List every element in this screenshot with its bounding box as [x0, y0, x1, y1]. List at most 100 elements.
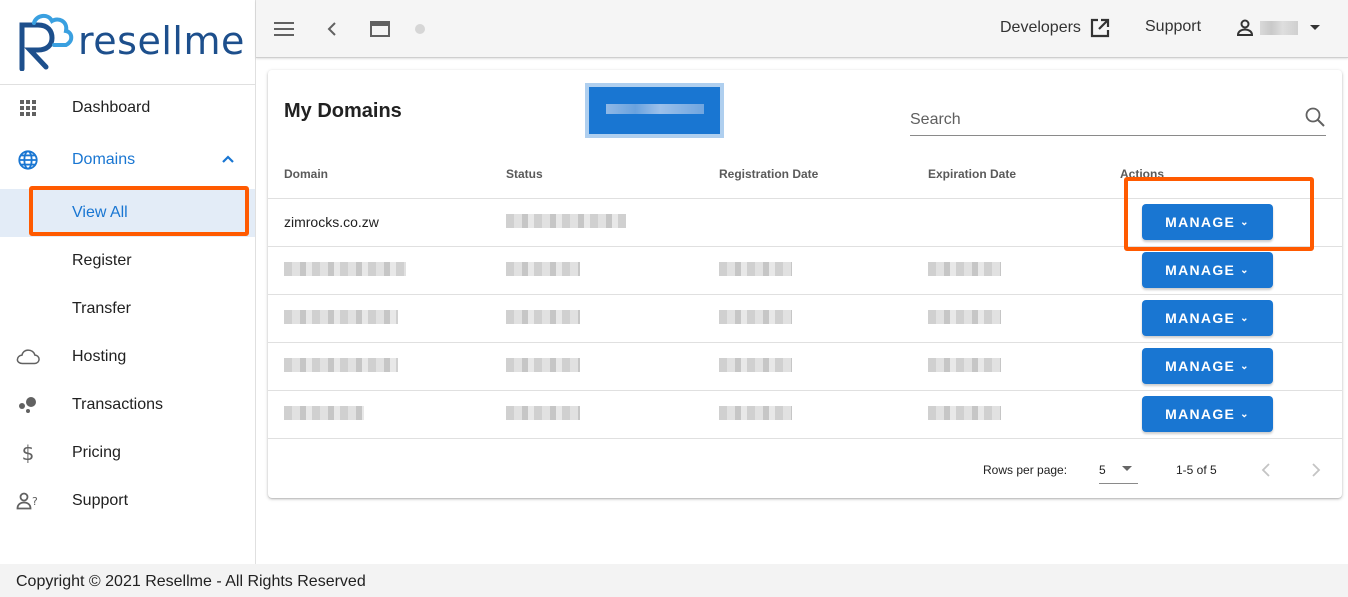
column-header-status[interactable]: Status	[490, 150, 703, 199]
sidebar-item-dashboard[interactable]: Dashboard	[0, 85, 255, 131]
search-field[interactable]	[910, 100, 1326, 136]
table-row: zimrocks.co.zw MANAGE ⌄	[268, 198, 1342, 247]
column-header-registration-date[interactable]: Registration Date	[703, 150, 912, 199]
manage-button[interactable]: MANAGE ⌄	[1142, 348, 1273, 384]
next-page-button[interactable]	[1304, 458, 1328, 482]
support-link[interactable]: Support	[1145, 18, 1201, 36]
sidebar-item-label: View All	[72, 204, 128, 221]
redacted-value	[506, 261, 580, 276]
footer: Copyright © 2021 Resellme - All Rights R…	[0, 564, 1348, 597]
sidebar-item-label: Hosting	[72, 348, 127, 365]
top-bar: Developers Support	[256, 0, 1348, 58]
table-row: MANAGE ⌄	[268, 246, 1342, 295]
menu-icon[interactable]	[272, 17, 296, 41]
pagination: Rows per page: 5 1-5 of 5	[268, 448, 1342, 490]
sidebar-item-transactions[interactable]: Transactions	[0, 381, 255, 429]
cloud-icon	[16, 345, 40, 369]
redacted-value	[506, 213, 626, 228]
redacted-value	[284, 357, 398, 372]
sidebar-item-register[interactable]: Register	[0, 237, 255, 285]
expiration-date-cell	[912, 294, 1104, 343]
sidebar-item-label: Domains	[72, 151, 136, 168]
sidebar-item-label: Register	[72, 252, 132, 269]
redacted-value	[928, 261, 1001, 276]
chevron-left-icon	[1261, 463, 1270, 477]
window-icon[interactable]	[368, 17, 392, 41]
developers-link[interactable]: Developers	[1000, 18, 1110, 38]
sidebar-item-view-all[interactable]: View All	[0, 189, 255, 237]
apps-grid-icon	[16, 96, 40, 120]
expiration-date-cell	[912, 390, 1104, 439]
manage-button[interactable]: MANAGE ⌄	[1142, 300, 1273, 336]
manage-button[interactable]: MANAGE ⌄	[1142, 204, 1273, 240]
sidebar-item-transfer[interactable]: Transfer	[0, 285, 255, 333]
redacted-value	[719, 261, 792, 276]
logo[interactable]: resellme	[0, 0, 255, 85]
redacted-value	[506, 309, 580, 324]
registration-date-cell	[703, 294, 912, 343]
expiration-date-cell	[912, 198, 1104, 247]
column-header-domain[interactable]: Domain	[268, 150, 490, 199]
sidebar-item-label: Transfer	[72, 300, 131, 317]
actions-cell: MANAGE ⌄	[1104, 294, 1342, 343]
sidebar-item-label: Pricing	[72, 444, 121, 461]
developers-label: Developers	[1000, 19, 1081, 36]
sidebar-item-label: Transactions	[72, 396, 163, 413]
sidebar-item-hosting[interactable]: Hosting	[0, 333, 255, 381]
sidebar-nav: Dashboard Domains View All Register Tran…	[0, 85, 255, 525]
registration-date-cell	[703, 390, 912, 439]
status-cell	[490, 390, 703, 439]
status-cell	[490, 294, 703, 343]
redacted-value	[928, 405, 1001, 420]
domain-cell	[268, 390, 490, 439]
sidebar-item-support[interactable]: ? Support	[0, 477, 255, 525]
domain-cell	[268, 246, 490, 295]
manage-button[interactable]: MANAGE ⌄	[1142, 252, 1273, 288]
bubble-chart-icon	[16, 393, 40, 417]
user-menu[interactable]	[1236, 19, 1320, 37]
redacted-value	[719, 309, 792, 324]
domains-card: My Domains Domain Status Registration Da…	[268, 70, 1342, 498]
svg-text:?: ?	[32, 495, 38, 508]
page-range: 1-5 of 5	[1176, 463, 1217, 477]
column-header-actions: Actions	[1104, 150, 1342, 199]
column-header-expiration-date[interactable]: Expiration Date	[912, 150, 1104, 199]
open-in-new-icon	[1090, 18, 1110, 38]
user-name	[1260, 21, 1298, 35]
redacted-label	[606, 104, 704, 114]
person-help-icon: ?	[16, 489, 40, 513]
expiration-date-cell	[912, 342, 1104, 391]
chevron-down-icon: ⌄	[1240, 360, 1250, 372]
actions-cell: MANAGE ⌄	[1104, 198, 1342, 247]
registration-date-cell	[703, 246, 912, 295]
page-title: My Domains	[284, 100, 402, 122]
sidebar-item-label: Support	[72, 492, 129, 509]
status-cell	[490, 342, 703, 391]
chevron-down-icon: ⌄	[1240, 312, 1250, 324]
primary-action-button[interactable]	[589, 87, 720, 134]
redacted-value	[506, 357, 580, 372]
sidebar-item-pricing[interactable]: $ Pricing	[0, 429, 255, 477]
back-chevron-icon[interactable]	[320, 17, 344, 41]
copyright-text: Copyright © 2021 Resellme - All Rights R…	[16, 573, 366, 590]
rows-per-page-select[interactable]: 5	[1099, 456, 1138, 484]
redacted-value	[506, 405, 580, 420]
manage-button[interactable]: MANAGE ⌄	[1142, 396, 1273, 432]
table-header-row: Domain Status Registration Date Expirati…	[268, 150, 1342, 199]
search-input[interactable]	[910, 100, 1290, 136]
search-icon[interactable]	[1304, 106, 1326, 133]
rows-per-page-label: Rows per page:	[983, 463, 1068, 477]
chevron-right-icon	[1312, 463, 1321, 477]
person-icon	[1236, 19, 1254, 36]
domain-cell: zimrocks.co.zw	[268, 198, 490, 247]
chevron-up-icon[interactable]	[221, 151, 235, 169]
previous-page-button[interactable]	[1254, 458, 1278, 482]
chevron-down-icon: ⌄	[1240, 216, 1250, 228]
redacted-value	[284, 261, 406, 276]
table-row: MANAGE ⌄	[268, 390, 1342, 439]
brand-name: resellme	[78, 19, 245, 63]
chevron-down-icon: ⌄	[1240, 264, 1250, 276]
sidebar: resellme Dashboard Domains View All Regi…	[0, 0, 256, 564]
sidebar-item-domains[interactable]: Domains	[0, 131, 255, 189]
expiration-date-cell	[912, 246, 1104, 295]
